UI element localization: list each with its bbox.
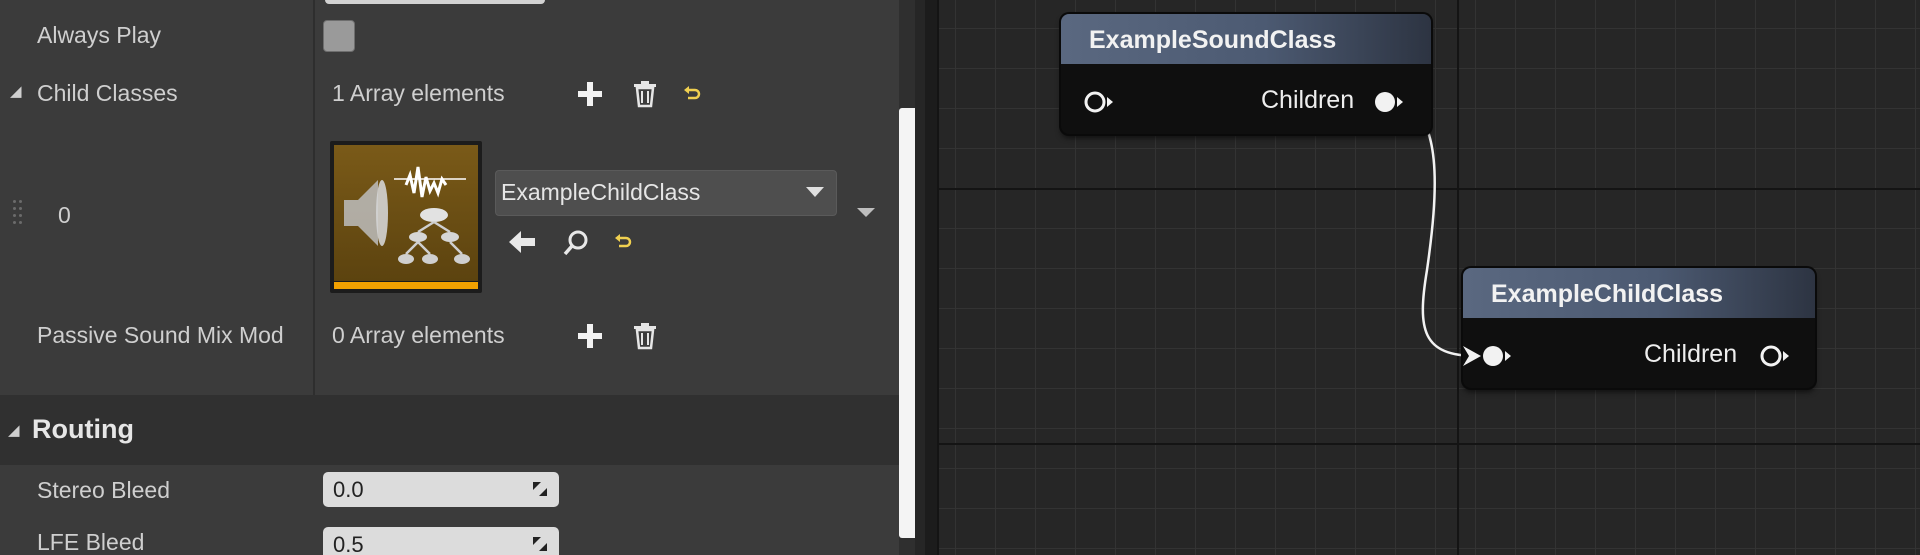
asset-type-bar [334, 282, 478, 289]
asset-picker-value: ExampleChildClass [501, 179, 701, 205]
add-element-icon[interactable] [576, 80, 604, 108]
asset-thumbnail[interactable] [330, 141, 482, 293]
element-index: 0 [58, 202, 71, 228]
lfe-bleed-row: LFE Bleed 0.5 [0, 515, 900, 555]
add-element-icon[interactable] [576, 322, 604, 350]
lfe-bleed-value: 0.5 [333, 532, 364, 555]
browse-arrow-icon[interactable] [507, 228, 537, 256]
node-title: ExampleSoundClass [1089, 26, 1337, 54]
node-header[interactable]: ExampleSoundClass [1061, 14, 1431, 64]
input-pin-icon[interactable] [1463, 342, 1517, 370]
sound-class-node[interactable]: ExampleSoundClass Children [1061, 14, 1431, 134]
lfe-bleed-field[interactable]: 0.5 [323, 527, 559, 555]
reset-arrow-icon[interactable] [612, 232, 634, 252]
stereo-bleed-field[interactable]: 0.0 [323, 472, 559, 507]
sound-class-icon [334, 145, 478, 281]
details-panel: Always Play ◢ Child Classes 1 Array elem… [0, 0, 915, 555]
collapse-arrow-icon[interactable]: ◢ [8, 421, 20, 439]
lfe-bleed-label: LFE Bleed [37, 529, 145, 555]
child-classes-label: Child Classes [37, 80, 178, 106]
routing-section-title: Routing [32, 414, 134, 444]
output-pin-icon[interactable] [1759, 342, 1793, 370]
spin-icon[interactable] [531, 535, 549, 553]
panel-splitter[interactable] [925, 0, 937, 555]
node-header[interactable]: ExampleChildClass [1463, 268, 1815, 318]
passive-sound-mix-row: Passive Sound Mix Mod 0 Array elements [0, 310, 900, 370]
sound-class-graph[interactable]: ExampleSoundClass Children ExampleChildC… [937, 0, 1920, 555]
collapse-arrow-icon[interactable]: ◢ [10, 82, 22, 100]
output-pin-label: Children [1261, 86, 1355, 114]
stereo-bleed-row: Stereo Bleed 0.0 [0, 465, 900, 515]
always-play-label: Always Play [37, 22, 161, 48]
output-pin-icon[interactable] [1373, 88, 1407, 116]
input-pin-icon[interactable] [1083, 88, 1117, 116]
always-play-row: Always Play [0, 0, 900, 70]
reset-arrow-icon[interactable] [681, 84, 703, 104]
output-pin-label: Children [1644, 340, 1738, 368]
always-play-checkbox[interactable] [323, 20, 355, 52]
passive-sound-mix-label: Passive Sound Mix Mod [37, 322, 284, 348]
chevron-down-icon [806, 187, 824, 197]
stereo-bleed-label: Stereo Bleed [37, 477, 170, 503]
child-classes-row: ◢ Child Classes 1 Array elements [0, 70, 900, 130]
sound-class-node[interactable]: ExampleChildClass Children [1463, 268, 1815, 388]
node-title: ExampleChildClass [1491, 280, 1724, 308]
expand-options-icon[interactable] [857, 208, 875, 217]
trash-icon[interactable] [632, 80, 658, 108]
child-classes-count: 1 Array elements [332, 80, 505, 106]
routing-section-header[interactable]: ◢ Routing [0, 395, 900, 465]
search-icon[interactable] [561, 228, 591, 258]
passive-sound-mix-count: 0 Array elements [332, 322, 505, 348]
trash-icon[interactable] [632, 322, 658, 350]
stereo-bleed-value: 0.0 [333, 477, 364, 502]
asset-picker-dropdown[interactable]: ExampleChildClass [495, 170, 837, 216]
scrollbar-thumb[interactable] [899, 108, 915, 538]
spin-icon[interactable] [531, 480, 549, 498]
drag-handle-icon[interactable] [13, 200, 23, 226]
